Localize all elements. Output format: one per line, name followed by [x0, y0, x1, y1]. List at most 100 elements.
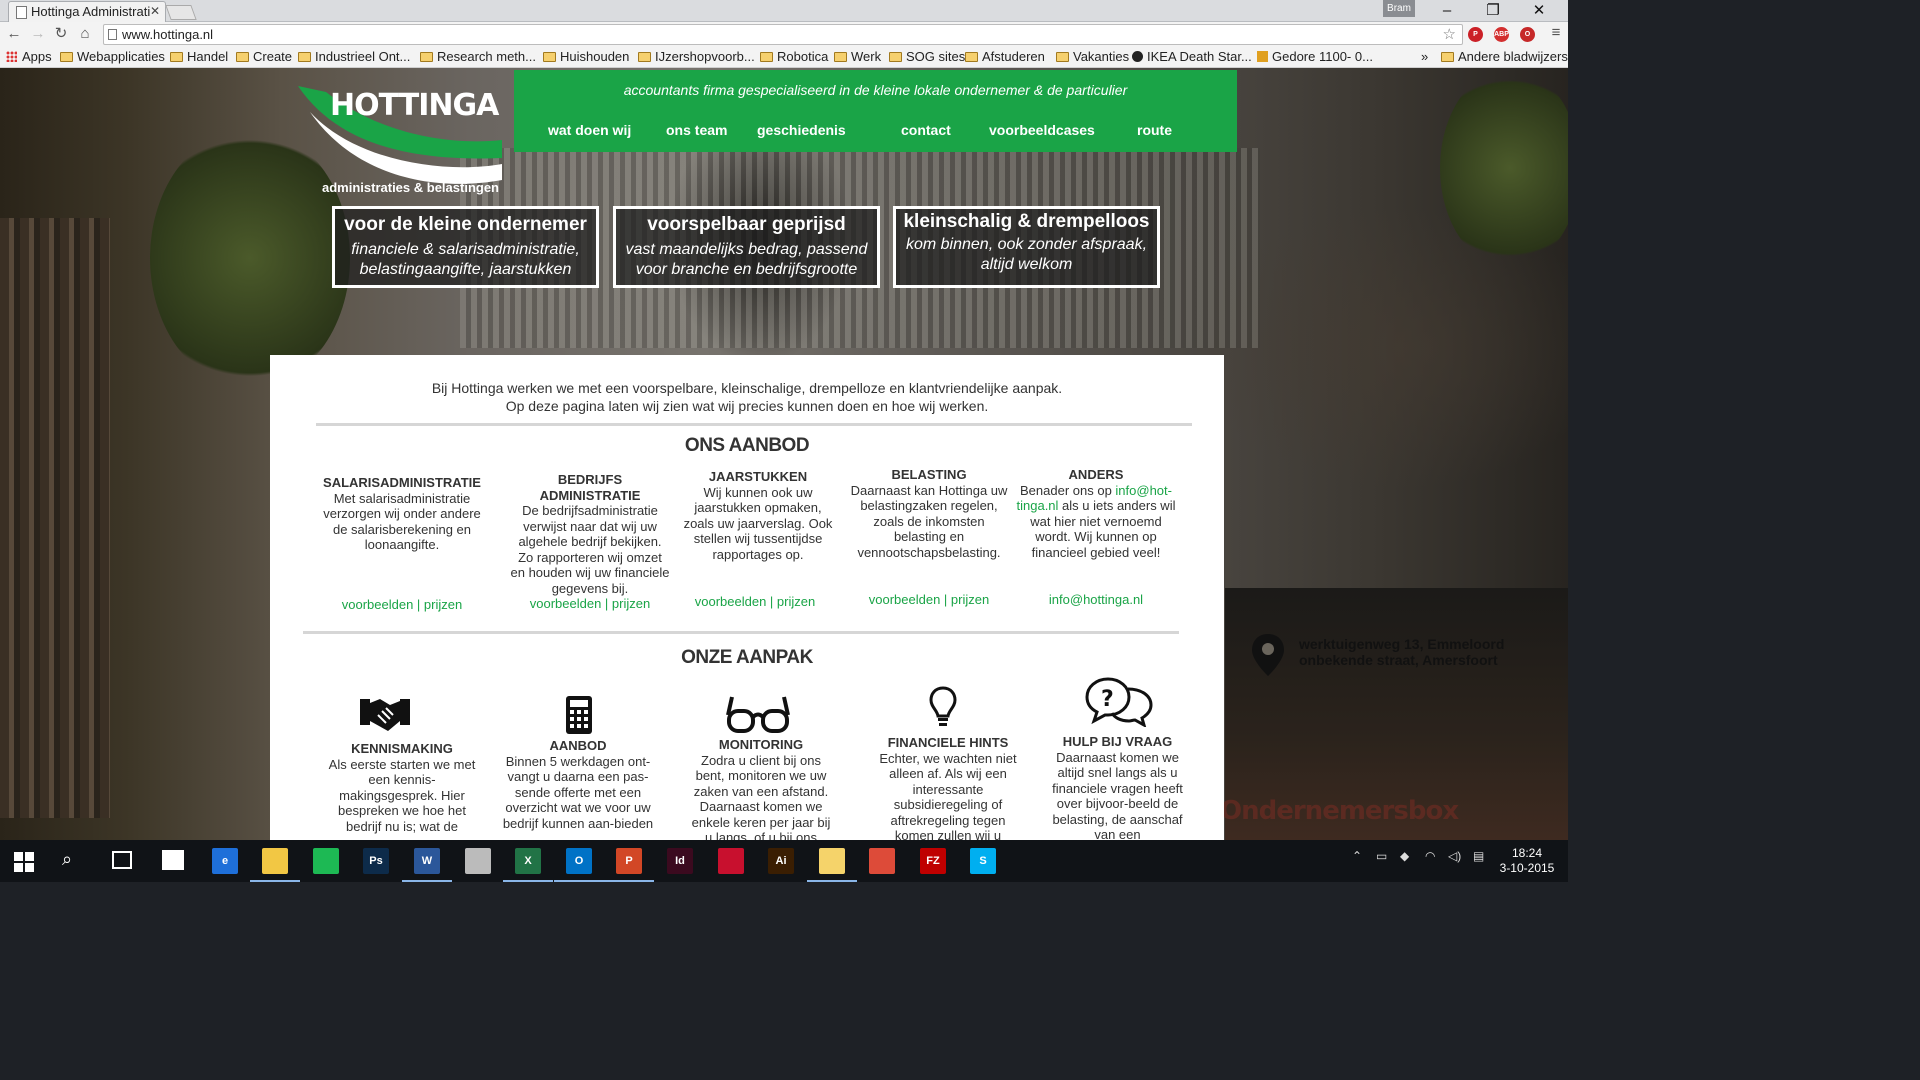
offer-link[interactable]: voorbeelden | prijzen: [839, 592, 1019, 607]
bookmark-star-icon[interactable]: ☆: [1443, 25, 1456, 43]
nav-ons-team[interactable]: ons team: [666, 122, 727, 138]
email-link[interactable]: info@hottinga.nl: [1006, 592, 1186, 607]
pinterest-icon[interactable]: P: [1468, 27, 1483, 42]
offer-link[interactable]: voorbeelden | prijzen: [665, 594, 845, 609]
offer-title: ANDERS: [1068, 467, 1124, 482]
skype-icon[interactable]: S: [970, 848, 996, 874]
site-tagline: accountants firma gespecialiseerd in de …: [623, 82, 1128, 98]
offer-text: Benader ons op info@hot-tinga.nl als u i…: [1016, 483, 1176, 561]
site-logo[interactable]: HOTTINGA administraties & belastingen: [296, 82, 506, 195]
adblock-icon[interactable]: ABP: [1494, 27, 1509, 42]
folder-icon: [236, 52, 249, 62]
approach-title: KENNISMAKING: [351, 741, 453, 756]
address-line: werktuigenweg 13, Emmeloord: [1299, 636, 1505, 652]
explorer-icon[interactable]: [250, 848, 300, 882]
task-view-icon[interactable]: [112, 851, 132, 869]
bookmark-item[interactable]: SOG sites: [889, 49, 965, 64]
other-bookmarks-folder[interactable]: Andere bladwijzers: [1441, 49, 1568, 64]
restore-button[interactable]: ❐: [1470, 0, 1516, 22]
profile-button[interactable]: Bram: [1383, 0, 1415, 17]
battery-icon[interactable]: ▭: [1376, 849, 1387, 863]
windows-start-icon[interactable]: [14, 852, 34, 872]
home-button[interactable]: ⌂: [75, 24, 95, 44]
new-tab-button[interactable]: [165, 5, 197, 20]
close-window-button[interactable]: ✕: [1516, 0, 1562, 22]
nav-voorbeeldcases[interactable]: voorbeeldcases: [989, 122, 1095, 138]
bookmark-item[interactable]: IJzershopvoorb...: [638, 49, 755, 64]
bookmark-label: Robotica: [777, 49, 829, 64]
lightbulb-icon: [929, 686, 957, 726]
approach-card: MONITORING Zodra u client bij ons bent, …: [691, 737, 831, 840]
tab-close-icon[interactable]: ✕: [150, 4, 160, 18]
paint-icon[interactable]: [465, 848, 491, 874]
logo-title: HOTTINGA: [330, 88, 499, 123]
illustrator-icon[interactable]: Ai: [768, 848, 794, 874]
bookmark-label: Webapplicaties: [77, 49, 165, 64]
indesign-icon[interactable]: Id: [667, 848, 693, 874]
photoshop-icon[interactable]: Ps: [363, 848, 389, 874]
bookmark-item[interactable]: Werk: [834, 49, 881, 64]
browser-tab[interactable]: Hottinga Administrati ✕: [8, 1, 166, 22]
back-button[interactable]: ←: [4, 24, 24, 44]
nav-geschiedenis[interactable]: geschiedenis: [757, 122, 846, 138]
tab-title: Hottinga Administrati: [31, 4, 151, 19]
address-line: onbekende straat, Amersfoort: [1299, 652, 1498, 668]
bookmark-label: Afstuderen: [982, 49, 1045, 64]
calculator-icon: [566, 696, 592, 734]
offer-card: SALARISADMINISTRATIE Met salarisadminist…: [322, 475, 482, 553]
bookmark-item[interactable]: Create: [236, 49, 292, 64]
dropbox-icon[interactable]: ◆: [1400, 849, 1409, 863]
offer-text: Wij kunnen ook uw jaarstukken opmaken, z…: [683, 484, 833, 562]
search-icon[interactable]: ⌕: [62, 849, 72, 870]
powerpoint-icon[interactable]: P: [604, 848, 654, 882]
bookmark-item[interactable]: Robotica: [760, 49, 828, 64]
acrobat-icon[interactable]: [718, 848, 744, 874]
excel-icon[interactable]: X: [503, 848, 553, 882]
offer-card: JAARSTUKKEN Wij kunnen ook uw jaarstukke…: [678, 469, 838, 562]
offer-title: BELASTING: [891, 467, 967, 482]
nav-route[interactable]: route: [1137, 122, 1172, 138]
promo-box: voorspelbaar geprijsd vast maandelijks b…: [613, 206, 880, 288]
folder-icon[interactable]: [807, 848, 857, 882]
filezilla-icon[interactable]: FZ: [920, 848, 946, 874]
nav-contact[interactable]: contact: [901, 122, 951, 138]
bookmark-item[interactable]: Research meth...: [420, 49, 536, 64]
bookmark-item[interactable]: Afstuderen: [965, 49, 1045, 64]
offer-link[interactable]: voorbeelden | prijzen: [500, 596, 680, 611]
address-bar[interactable]: www.hottinga.nl ☆: [103, 24, 1463, 45]
outlook-icon[interactable]: O: [554, 848, 604, 882]
bookmark-item[interactable]: Apps: [6, 49, 52, 64]
forward-button[interactable]: →: [28, 24, 48, 44]
wifi-icon[interactable]: ◠: [1425, 849, 1435, 863]
bookmark-item[interactable]: Huishouden: [543, 49, 629, 64]
nav-wat-doen-wij[interactable]: wat doen wij: [548, 122, 631, 138]
tray-arrow-icon[interactable]: ⌃: [1352, 849, 1362, 863]
minimize-button[interactable]: –: [1424, 0, 1470, 22]
more-bookmarks-button[interactable]: »: [1421, 49, 1428, 64]
address-text: werktuigenweg 13, Emmeloord onbekende st…: [1299, 636, 1504, 668]
bookmark-item[interactable]: Gedore 1100- 0...: [1257, 49, 1373, 64]
bookmark-item[interactable]: Handel: [170, 49, 228, 64]
promo-heading: voorspelbaar geprijsd: [647, 214, 846, 235]
bookmark-item[interactable]: Webapplicaties: [60, 49, 165, 64]
bookmark-item[interactable]: IKEA Death Star...: [1132, 49, 1252, 64]
word-icon[interactable]: W: [402, 848, 452, 882]
reload-button[interactable]: ↻: [51, 24, 71, 44]
store-icon[interactable]: [162, 850, 184, 870]
bookmark-item[interactable]: Industrieel Ont...: [298, 49, 410, 64]
chrome-icon[interactable]: [869, 848, 895, 874]
notifications-icon[interactable]: ▤: [1473, 849, 1484, 863]
clock[interactable]: 18:24 3-10-2015: [1492, 846, 1562, 876]
menu-icon[interactable]: ≡: [1546, 23, 1566, 43]
promo-text: financiele & salarisadministratie, belas…: [351, 241, 580, 278]
address-block[interactable]: werktuigenweg 13, Emmeloord onbekende st…: [1250, 632, 1510, 678]
approach-text: Echter, we wachten niet alleen af. Als w…: [879, 750, 1017, 841]
page-icon: [108, 29, 117, 40]
edge-icon[interactable]: e: [212, 848, 238, 874]
bookmark-item[interactable]: Vakanties: [1056, 49, 1129, 64]
folder-icon: [60, 52, 73, 62]
volume-icon[interactable]: ◁): [1448, 849, 1461, 863]
spotify-icon[interactable]: [313, 848, 339, 874]
opera-icon[interactable]: O: [1520, 27, 1535, 42]
offer-link[interactable]: voorbeelden | prijzen: [312, 597, 492, 612]
